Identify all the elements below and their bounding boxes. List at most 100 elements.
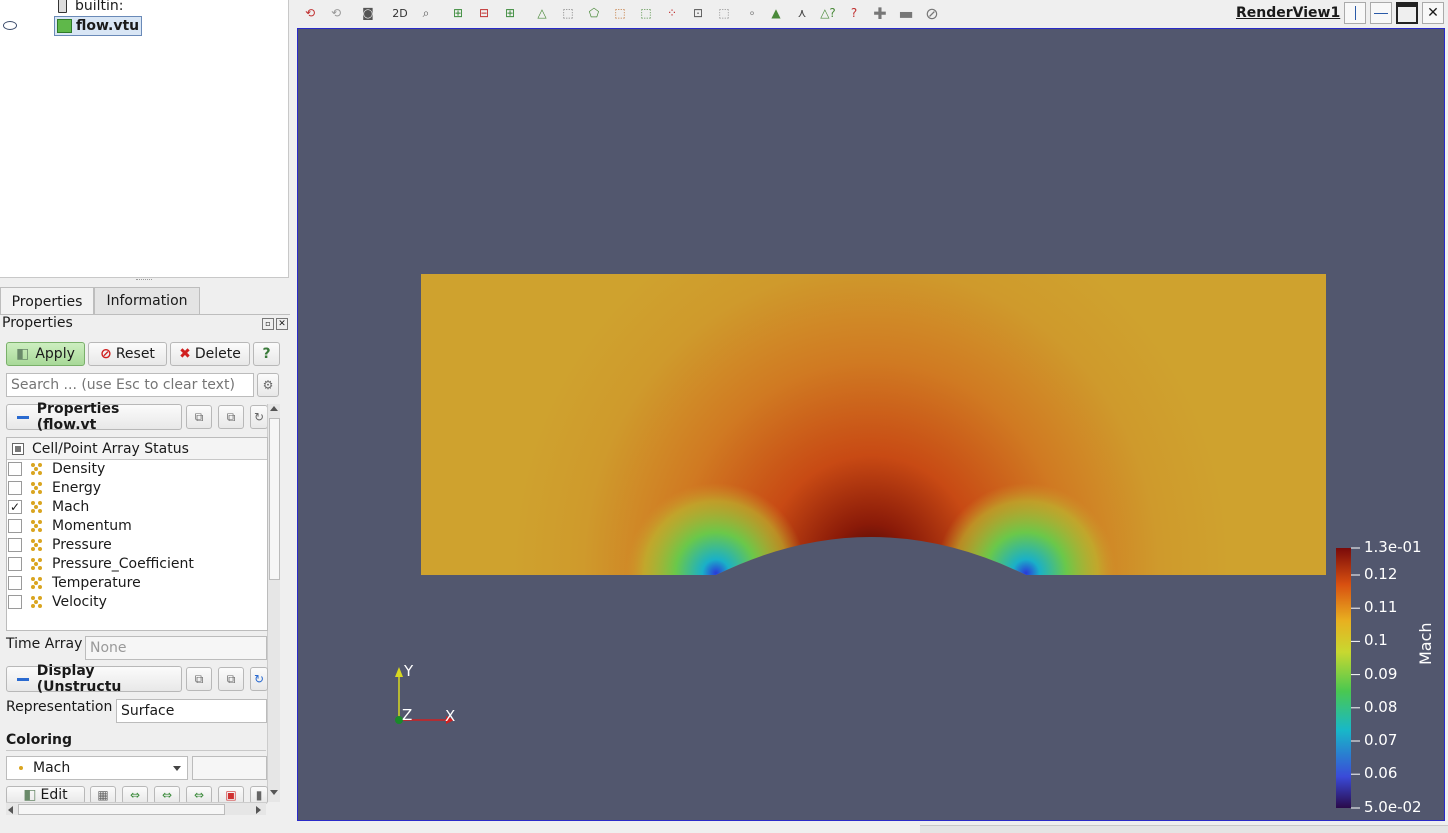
select-points-polygon-icon[interactable]: ⬚ <box>636 3 656 23</box>
close-icon[interactable]: ✕ <box>276 318 288 330</box>
time-array-label: Time Array <box>6 636 83 652</box>
show-center-icon[interactable]: ▲ <box>766 3 786 23</box>
copy-icon[interactable]: ⧉ <box>186 405 212 429</box>
apply-button[interactable]: ◧ Apply <box>6 342 85 366</box>
paste-icon[interactable]: ⧉ <box>218 405 244 429</box>
eye-icon[interactable] <box>3 21 17 30</box>
scroll-down-icon[interactable] <box>270 790 278 795</box>
scroll-left-icon[interactable] <box>8 806 13 814</box>
pipeline-item-label: builtin: <box>75 0 124 14</box>
minus-icon[interactable]: ▬ <box>896 3 916 23</box>
select-frustum-icon[interactable]: △ <box>532 3 552 23</box>
select-points-icon[interactable]: ⊞ <box>500 3 520 23</box>
array-checkbox[interactable] <box>8 594 22 609</box>
scroll-right-icon[interactable] <box>256 806 261 814</box>
component-select[interactable] <box>192 756 267 780</box>
array-checkbox[interactable] <box>8 518 22 533</box>
colorbar-tick-label: 0.06 <box>1364 764 1398 783</box>
time-array-value: None <box>90 640 127 656</box>
panel-scrollbar[interactable] <box>267 404 280 802</box>
mode-2d-button[interactable]: 2D <box>390 3 410 23</box>
zoom-to-box-icon[interactable]: ⌕ <box>416 3 436 23</box>
collapse-icon <box>17 677 29 681</box>
search-input[interactable] <box>6 373 254 397</box>
refresh-icon[interactable]: ↻ <box>250 667 268 691</box>
array-checkbox[interactable] <box>8 556 22 571</box>
delete-button[interactable]: ✖ Delete <box>170 342 250 366</box>
camera-icon[interactable]: ◙ <box>358 3 378 23</box>
axis-z-label: Z <box>402 706 413 724</box>
hover-query-icon[interactable]: ? <box>844 3 864 23</box>
properties-section-header[interactable]: Properties (flow.vt <box>6 401 182 433</box>
reset-camera-closest-icon[interactable]: ⟲ <box>326 3 346 23</box>
array-row[interactable]: Momentum <box>8 516 132 535</box>
hscroll-thumb[interactable] <box>18 804 225 815</box>
split-horizontal-icon[interactable] <box>1344 2 1366 24</box>
tab-information[interactable]: Information <box>94 287 200 314</box>
array-row[interactable]: Velocity <box>8 592 107 611</box>
coloring-select[interactable]: Mach <box>6 756 188 780</box>
copy-icon[interactable]: ⧉ <box>186 667 212 691</box>
pipeline-item-label: flow.vtu <box>76 18 140 34</box>
scroll-thumb[interactable] <box>269 418 280 580</box>
array-name: Momentum <box>52 517 132 534</box>
array-row[interactable]: Temperature <box>8 573 141 592</box>
point-data-icon <box>19 766 23 770</box>
array-checkbox[interactable] <box>8 461 22 476</box>
hide-center-icon[interactable]: ⋏ <box>792 3 812 23</box>
close-view-icon[interactable]: ✕ <box>1422 2 1444 24</box>
representation-select[interactable]: Surface <box>116 699 267 723</box>
select-all-checkbox[interactable] <box>12 442 24 455</box>
grow-selection-icon[interactable]: ⊡ <box>688 3 708 23</box>
scroll-up-icon[interactable] <box>270 406 278 411</box>
reset-camera-icon[interactable]: ⟲ <box>300 3 320 23</box>
query-icon[interactable]: △? <box>818 3 838 23</box>
splitter-handle[interactable] <box>136 279 152 282</box>
array-row[interactable]: Energy <box>8 478 101 497</box>
array-row[interactable]: ✓ Mach <box>8 497 89 516</box>
array-checkbox[interactable]: ✓ <box>8 499 22 514</box>
table-header: Cell/Point Array Status <box>7 438 267 460</box>
colorbar-tick-label: 5.0e-02 <box>1364 798 1422 816</box>
array-row[interactable]: Density <box>8 459 105 478</box>
pipeline-item-flow[interactable]: flow.vtu <box>54 16 143 36</box>
reset-button[interactable]: ⊘ Reset <box>88 342 167 366</box>
point-data-icon <box>30 481 44 495</box>
array-name: Density <box>52 460 106 477</box>
display-section-header[interactable]: Display (Unstructu <box>6 663 182 695</box>
select-polygon-icon[interactable]: ⬠ <box>584 3 604 23</box>
deselect-icon[interactable]: ⊟ <box>474 3 494 23</box>
render-view[interactable]: Y X Z 1.3e-01 0.12 0.11 0.1 0.09 0.08 0.07 0.06… <box>297 28 1445 821</box>
colorbar-tick-label: 0.11 <box>1364 598 1398 617</box>
point-data-icon <box>30 557 44 571</box>
refresh-icon[interactable]: ↻ <box>250 405 268 429</box>
clear-selection-icon[interactable]: ⊘ <box>922 3 942 23</box>
gear-icon[interactable]: ⚙ <box>257 373 279 397</box>
float-icon[interactable]: ▫ <box>262 318 274 330</box>
plus-icon[interactable]: ✚ <box>870 3 890 23</box>
array-row[interactable]: Pressure_Coefficient <box>8 554 194 573</box>
tab-properties[interactable]: Properties <box>0 287 94 315</box>
tab-label: Properties <box>11 293 83 310</box>
select-cells-icon[interactable]: ⊞ <box>448 3 468 23</box>
coloring-label: Coloring <box>6 732 73 748</box>
maximize-icon[interactable] <box>1396 2 1418 24</box>
help-button[interactable]: ? <box>253 342 280 366</box>
pick-center-icon[interactable]: ∘ <box>742 3 762 23</box>
array-checkbox[interactable] <box>8 537 22 552</box>
panel-hscrollbar[interactable] <box>6 802 266 815</box>
array-checkbox[interactable] <box>8 480 22 495</box>
select-block-icon[interactable]: ⬚ <box>558 3 578 23</box>
time-array-select[interactable]: None <box>85 636 267 660</box>
pipeline-browser: builtin: flow.vtu <box>0 0 289 280</box>
split-vertical-icon[interactable] <box>1370 2 1392 24</box>
shrink-selection-icon[interactable]: ⬚ <box>714 3 734 23</box>
pipeline-item-builtin[interactable]: builtin: <box>58 0 124 16</box>
array-checkbox[interactable] <box>8 575 22 590</box>
interactive-select-icon[interactable]: ⬚ <box>610 3 630 23</box>
array-row[interactable]: Pressure <box>8 535 112 554</box>
representation-label: Representation <box>6 699 113 715</box>
hover-points-icon[interactable]: ⁘ <box>662 3 682 23</box>
colorbar-title: Mach <box>1416 622 1435 665</box>
paste-icon[interactable]: ⧉ <box>218 667 244 691</box>
